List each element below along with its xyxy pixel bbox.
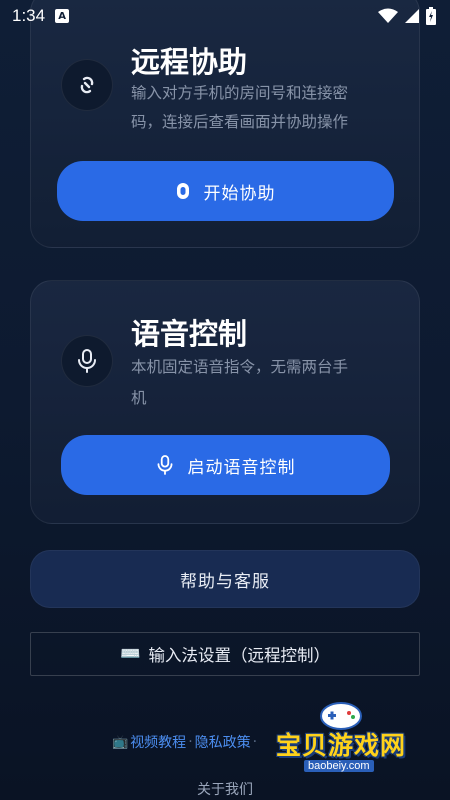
remote-assist-card: 远程协助 输入对方手机的房间号和连接密 码，连接后查看画面并协助操作 开始协助 xyxy=(30,0,420,248)
status-right xyxy=(378,7,436,25)
voice-control-desc-line2: 机 xyxy=(131,389,147,407)
status-left: 1:34 A xyxy=(12,6,70,26)
remote-assist-desc-line1: 输入对方手机的房间号和连接密 xyxy=(131,84,349,102)
microphone-icon xyxy=(78,349,96,373)
wifi-icon xyxy=(378,8,398,23)
remote-assist-icon-wrap xyxy=(61,59,113,111)
watermark-name: 宝贝游戏网 xyxy=(276,731,407,760)
tv-icon: 📺 xyxy=(112,734,129,750)
remote-assist-title: 远程协助 xyxy=(131,45,248,79)
help-support-label: 帮助与客服 xyxy=(180,571,270,592)
start-voice-control-label: 启动语音控制 xyxy=(187,457,296,478)
battery-icon xyxy=(426,7,436,25)
keyboard-icon: ⌨️ xyxy=(119,644,141,663)
signal-icon xyxy=(405,9,419,23)
voice-control-title: 语音控制 xyxy=(131,317,248,351)
remote-icon xyxy=(176,183,189,199)
start-assist-button[interactable]: 开始协助 xyxy=(57,161,394,221)
start-assist-label: 开始协助 xyxy=(203,183,276,204)
start-voice-control-button[interactable]: 启动语音控制 xyxy=(61,435,390,495)
ime-settings-button[interactable]: ⌨️ 输入法设置（远程控制） xyxy=(30,632,420,676)
ime-settings-label: 输入法设置（远程控制） xyxy=(148,646,331,665)
voice-control-icon-wrap xyxy=(61,335,113,387)
video-tutorial-link[interactable]: 视频教程 xyxy=(130,732,186,752)
privacy-policy-link[interactable]: 隐私政策 xyxy=(195,732,251,752)
microphone-icon xyxy=(157,455,172,475)
link-separator: · xyxy=(252,734,258,750)
footer-links: 📺 视频教程 · 隐私政策 · xyxy=(112,732,257,752)
watermark: 宝贝游戏网 baobeiy.com xyxy=(270,700,420,780)
voice-control-desc-line1: 本机固定语音指令，无需两台手 xyxy=(131,358,349,376)
watermark-url: baobeiy.com xyxy=(304,760,374,772)
link-icon xyxy=(80,76,94,94)
about-us-link[interactable]: 关于我们 xyxy=(0,779,450,799)
help-support-button[interactable]: 帮助与客服 xyxy=(30,550,420,608)
remote-assist-desc-line2: 码，连接后查看画面并协助操作 xyxy=(131,113,349,131)
link-separator: · xyxy=(188,734,193,750)
status-bar: 1:34 A xyxy=(0,0,450,32)
status-time: 1:34 xyxy=(12,6,46,25)
notification-icon: A xyxy=(55,9,70,23)
voice-control-card: 语音控制 本机固定语音指令，无需两台手 机 启动语音控制 xyxy=(30,280,420,524)
